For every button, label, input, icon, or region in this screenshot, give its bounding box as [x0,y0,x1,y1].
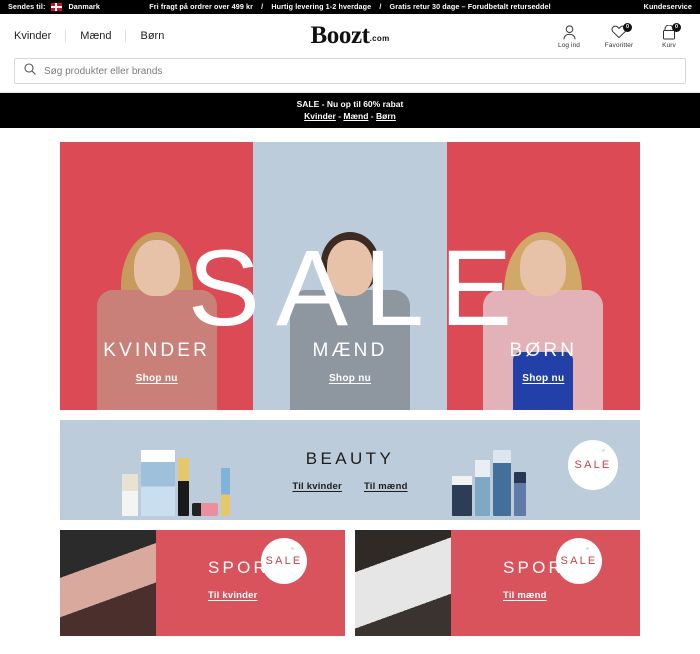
sport-copy-women: SPORT Til kvinder [156,530,345,636]
sport-sale-tag-women[interactable]: SALE [261,538,307,584]
sport-copy-men: SPORT Til mænd [451,530,640,636]
sale-announcement-bar: SALE - Nu op til 60% rabat Kvinder - Mæn… [0,93,700,128]
sport-banner-women[interactable]: SPORT Til kvinder SALE [60,530,345,636]
search-input[interactable] [44,65,676,77]
favorites-label: Favoritter [604,41,634,49]
sale-headline: SALE - Nu op til 60% rabat [296,99,404,109]
logo-suffix: .com [369,34,390,43]
sale-category-links: Kvinder - Mænd - Børn [0,110,700,122]
sport-photo-man [355,530,451,636]
shipping-country-selector[interactable]: Sendes til: Danmark [8,0,100,14]
logo-link[interactable]: Boozt.com [311,22,390,49]
hero-banner: SALE KVINDER Shop nu MÆND Shop nu BØRN S… [60,142,640,410]
hero-label-kvinder: KVINDER Shop nu [60,142,253,410]
hero-labels: KVINDER Shop nu MÆND Shop nu BØRN Shop n… [60,142,640,410]
promo-free-returns: Gratis retur 30 dage – Forudbetalt retur… [389,2,551,11]
hero-title-boern: BØRN [509,340,578,361]
favorites-count-badge: 0 [623,22,632,32]
site-header: Kvinder Mænd Børn Boozt.com Log ind 0 Fa… [0,14,700,58]
beauty-text-block: BEAUTY Til kvinder Til mænd [60,449,640,492]
main-navigation: Kvinder Mænd Børn [14,30,178,42]
ship-to-label: Sendes til: [8,2,46,11]
sale-link-sep-2: - [368,111,376,121]
sale-link-boern[interactable]: Børn [376,111,396,121]
beauty-sale-tag-label: SALE [574,459,612,471]
favorites-button[interactable]: 0 Favoritter [602,22,636,49]
cart-label: Kurv [662,41,676,49]
country-label: Danmark [68,2,100,11]
sport-banner-men[interactable]: SPORT Til mænd SALE [355,530,640,636]
hero-label-boern: BØRN Shop nu [447,142,640,410]
sport-banner-row: SPORT Til kvinder SALE SPORT Til mænd SA… [60,530,640,636]
hero-label-maend: MÆND Shop nu [253,142,446,410]
promo-fast-delivery: Hurtig levering 1-2 hverdage [271,2,372,11]
search-icon [24,62,36,80]
promo-free-shipping: Fri fragt på ordrer over 499 kr [149,2,254,11]
nav-item-maend[interactable]: Mænd [66,30,127,42]
promo-separator-1: / [261,2,264,11]
bag-icon: 0 [662,22,681,41]
hero-cta-boern[interactable]: Shop nu [447,373,640,384]
sport-cta-men[interactable]: Til mænd [503,590,547,601]
cart-button[interactable]: 0 Kurv [652,22,686,49]
hero-cta-maend[interactable]: Shop nu [253,373,446,384]
sale-link-maend[interactable]: Mænd [343,111,368,121]
customer-service-link[interactable]: Kundeservice [644,0,692,14]
sport-photo-woman [60,530,156,636]
top-utility-bar: Sendes til: Danmark Fri fragt på ordrer … [0,0,700,14]
sale-link-kvinder[interactable]: Kvinder [304,111,336,121]
promo-messages: Fri fragt på ordrer over 499 kr / Hurtig… [0,0,700,14]
heart-icon: 0 [611,22,632,41]
hero-cta-kvinder[interactable]: Shop nu [60,373,253,384]
logo-word: Boozt [310,22,371,49]
beauty-sale-tag[interactable]: SALE [568,440,618,490]
nav-item-boern[interactable]: Børn [126,30,178,42]
header-tools: Log ind 0 Favoritter 0 Kurv [552,22,686,49]
login-label: Log ind [557,41,581,49]
product-lipstick [192,503,218,516]
beauty-title: BEAUTY [305,448,395,468]
beauty-link-maend[interactable]: Til mænd [364,481,408,492]
sport-sale-tag-women-label: SALE [265,555,303,567]
sport-cta-women[interactable]: Til kvinder [208,590,258,601]
promo-separator-2: / [379,2,382,11]
search-section [0,58,700,93]
nav-item-kvinder[interactable]: Kvinder [14,30,67,42]
cart-count-badge: 0 [672,22,681,32]
sport-sale-tag-men-label: SALE [560,555,598,567]
hero-title-maend: MÆND [312,340,388,361]
beauty-link-kvinder[interactable]: Til kvinder [292,481,342,492]
danish-flag-icon [51,3,63,11]
login-button[interactable]: Log ind [552,24,586,49]
beauty-links: Til kvinder Til mænd [60,481,640,492]
sport-sale-tag-men[interactable]: SALE [556,538,602,584]
hero-title-kvinder: KVINDER [103,340,211,361]
main-content: SALE KVINDER Shop nu MÆND Shop nu BØRN S… [0,128,700,636]
search-bar[interactable] [14,58,686,84]
beauty-banner[interactable]: BEAUTY Til kvinder Til mænd SALE [60,420,640,520]
user-icon [563,24,576,41]
